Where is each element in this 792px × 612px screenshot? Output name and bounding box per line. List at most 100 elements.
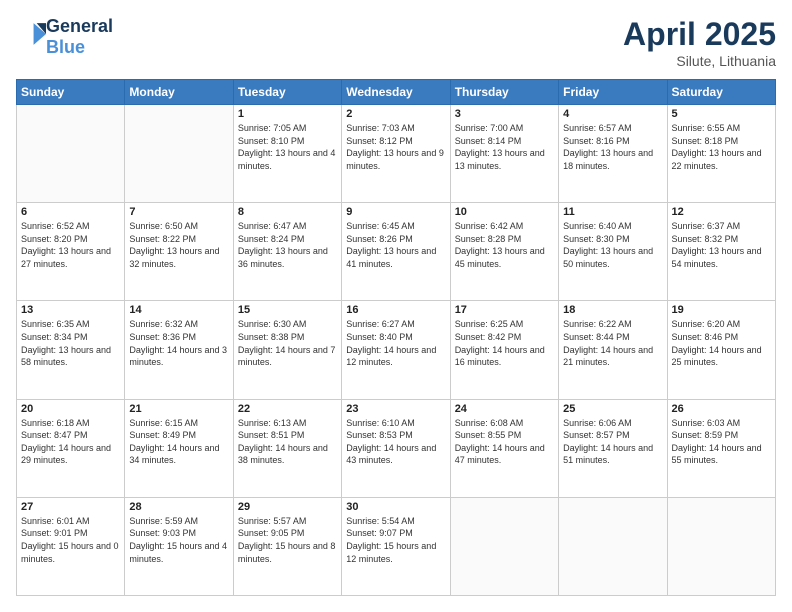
day-number: 17 <box>455 304 554 316</box>
calendar-cell: 13 Sunrise: 6:35 AM Sunset: 8:34 PM Dayli… <box>17 301 125 399</box>
day-number: 12 <box>672 206 771 218</box>
cell-info: Sunrise: 6:03 AM Sunset: 8:59 PM Dayligh… <box>672 417 771 467</box>
day-number: 1 <box>238 108 337 120</box>
calendar-cell <box>559 497 667 595</box>
day-number: 5 <box>672 108 771 120</box>
cell-info: Sunrise: 6:08 AM Sunset: 8:55 PM Dayligh… <box>455 417 554 467</box>
calendar-cell <box>667 497 775 595</box>
cell-info: Sunrise: 6:06 AM Sunset: 8:57 PM Dayligh… <box>563 417 662 467</box>
day-number: 13 <box>21 304 120 316</box>
cell-info: Sunrise: 6:45 AM Sunset: 8:26 PM Dayligh… <box>346 220 445 270</box>
day-number: 27 <box>21 501 120 513</box>
calendar-cell: 2Sunrise: 7:03 AM Sunset: 8:12 PM Daylig… <box>342 105 450 203</box>
calendar-cell: 11 Sunrise: 6:40 AM Sunset: 8:30 PM Dayli… <box>559 203 667 301</box>
calendar-cell: 14Sunrise: 6:32 AM Sunset: 8:36 PM Dayli… <box>125 301 233 399</box>
calendar-cell: 12Sunrise: 6:37 AM Sunset: 8:32 PM Dayli… <box>667 203 775 301</box>
cell-info: Sunrise: 6:30 AM Sunset: 8:38 PM Dayligh… <box>238 318 337 368</box>
calendar-week-row: 20 Sunrise: 6:18 AM Sunset: 8:47 PM Dayli… <box>17 399 776 497</box>
cell-info: Sunrise: 6:32 AM Sunset: 8:36 PM Dayligh… <box>129 318 228 368</box>
calendar-cell: 23 Sunrise: 6:10 AM Sunset: 8:53 PM Dayli… <box>342 399 450 497</box>
day-number: 24 <box>455 403 554 415</box>
calendar-cell: 5Sunrise: 6:55 AM Sunset: 8:18 PM Daylig… <box>667 105 775 203</box>
calendar-cell: 18 Sunrise: 6:22 AM Sunset: 8:44 PM Dayli… <box>559 301 667 399</box>
calendar-cell <box>450 497 558 595</box>
day-number: 10 <box>455 206 554 218</box>
day-number: 7 <box>129 206 228 218</box>
calendar-cell: 25 Sunrise: 6:06 AM Sunset: 8:57 PM Dayli… <box>559 399 667 497</box>
cell-info: Sunrise: 6:52 AM Sunset: 8:20 PM Dayligh… <box>21 220 120 270</box>
cell-info: Sunrise: 6:57 AM Sunset: 8:16 PM Dayligh… <box>563 122 662 172</box>
day-number: 23 <box>346 403 445 415</box>
weekday-header-tuesday: Tuesday <box>233 80 341 105</box>
cell-info: Sunrise: 6:42 AM Sunset: 8:28 PM Dayligh… <box>455 220 554 270</box>
cell-info: Sunrise: 6:20 AM Sunset: 8:46 PM Dayligh… <box>672 318 771 368</box>
calendar-cell: 29 Sunrise: 5:57 AM Sunset: 9:05 PM Dayli… <box>233 497 341 595</box>
calendar-cell: 28 Sunrise: 5:59 AM Sunset: 9:03 PM Dayli… <box>125 497 233 595</box>
calendar-cell: 4 Sunrise: 6:57 AM Sunset: 8:16 PM Daylig… <box>559 105 667 203</box>
day-number: 19 <box>672 304 771 316</box>
calendar-week-row: 27 Sunrise: 6:01 AM Sunset: 9:01 PM Dayli… <box>17 497 776 595</box>
calendar-cell: 6 Sunrise: 6:52 AM Sunset: 8:20 PM Daylig… <box>17 203 125 301</box>
calendar-cell: 26 Sunrise: 6:03 AM Sunset: 8:59 PM Dayli… <box>667 399 775 497</box>
cell-info: Sunrise: 6:10 AM Sunset: 8:53 PM Dayligh… <box>346 417 445 467</box>
calendar-week-row: 13 Sunrise: 6:35 AM Sunset: 8:34 PM Dayli… <box>17 301 776 399</box>
day-number: 30 <box>346 501 445 513</box>
cell-info: Sunrise: 6:25 AM Sunset: 8:42 PM Dayligh… <box>455 318 554 368</box>
cell-info: Sunrise: 6:47 AM Sunset: 8:24 PM Dayligh… <box>238 220 337 270</box>
weekday-header-monday: Monday <box>125 80 233 105</box>
day-number: 15 <box>238 304 337 316</box>
cell-info: Sunrise: 6:22 AM Sunset: 8:44 PM Dayligh… <box>563 318 662 368</box>
title-section: April 2025 Silute, Lithuania <box>623 16 776 69</box>
calendar-cell: 30 Sunrise: 5:54 AM Sunset: 9:07 PM Dayli… <box>342 497 450 595</box>
weekday-header-friday: Friday <box>559 80 667 105</box>
day-number: 28 <box>129 501 228 513</box>
calendar-cell: 15 Sunrise: 6:30 AM Sunset: 8:38 PM Dayli… <box>233 301 341 399</box>
cell-info: Sunrise: 6:18 AM Sunset: 8:47 PM Dayligh… <box>21 417 120 467</box>
cell-info: Sunrise: 6:35 AM Sunset: 8:34 PM Dayligh… <box>21 318 120 368</box>
weekday-header-saturday: Saturday <box>667 80 775 105</box>
cell-info: Sunrise: 5:54 AM Sunset: 9:07 PM Dayligh… <box>346 515 445 565</box>
calendar-cell: 24 Sunrise: 6:08 AM Sunset: 8:55 PM Dayli… <box>450 399 558 497</box>
day-number: 4 <box>563 108 662 120</box>
day-number: 16 <box>346 304 445 316</box>
day-number: 18 <box>563 304 662 316</box>
day-number: 20 <box>21 403 120 415</box>
day-number: 8 <box>238 206 337 218</box>
cell-info: Sunrise: 7:00 AM Sunset: 8:14 PM Dayligh… <box>455 122 554 172</box>
cell-info: Sunrise: 5:57 AM Sunset: 9:05 PM Dayligh… <box>238 515 337 565</box>
cell-info: Sunrise: 7:05 AM Sunset: 8:10 PM Dayligh… <box>238 122 337 172</box>
calendar-cell: 1 Sunrise: 7:05 AM Sunset: 8:10 PM Daylig… <box>233 105 341 203</box>
day-number: 3 <box>455 108 554 120</box>
cell-info: Sunrise: 6:40 AM Sunset: 8:30 PM Dayligh… <box>563 220 662 270</box>
calendar-cell: 27 Sunrise: 6:01 AM Sunset: 9:01 PM Dayli… <box>17 497 125 595</box>
calendar-week-row: 6 Sunrise: 6:52 AM Sunset: 8:20 PM Daylig… <box>17 203 776 301</box>
cell-info: Sunrise: 5:59 AM Sunset: 9:03 PM Dayligh… <box>129 515 228 565</box>
logo-text-line2: Blue <box>46 37 113 58</box>
logo-icon <box>18 20 46 48</box>
logo-text-line1: General <box>46 16 113 37</box>
day-number: 11 <box>563 206 662 218</box>
cell-info: Sunrise: 6:15 AM Sunset: 8:49 PM Dayligh… <box>129 417 228 467</box>
cell-info: Sunrise: 6:13 AM Sunset: 8:51 PM Dayligh… <box>238 417 337 467</box>
cell-info: Sunrise: 7:03 AM Sunset: 8:12 PM Dayligh… <box>346 122 445 172</box>
calendar-cell: 17 Sunrise: 6:25 AM Sunset: 8:42 PM Dayli… <box>450 301 558 399</box>
calendar-table: SundayMondayTuesdayWednesdayThursdayFrid… <box>16 79 776 596</box>
calendar-cell <box>17 105 125 203</box>
header: General Blue April 2025 Silute, Lithuani… <box>16 16 776 69</box>
day-number: 25 <box>563 403 662 415</box>
logo: General Blue <box>16 16 113 57</box>
calendar-cell: 9Sunrise: 6:45 AM Sunset: 8:26 PM Daylig… <box>342 203 450 301</box>
calendar-cell: 20 Sunrise: 6:18 AM Sunset: 8:47 PM Dayli… <box>17 399 125 497</box>
calendar-cell: 19 Sunrise: 6:20 AM Sunset: 8:46 PM Dayli… <box>667 301 775 399</box>
month-title: April 2025 <box>623 16 776 53</box>
cell-info: Sunrise: 6:27 AM Sunset: 8:40 PM Dayligh… <box>346 318 445 368</box>
day-number: 29 <box>238 501 337 513</box>
calendar-cell: 3 Sunrise: 7:00 AM Sunset: 8:14 PM Daylig… <box>450 105 558 203</box>
day-number: 21 <box>129 403 228 415</box>
location: Silute, Lithuania <box>623 53 776 69</box>
day-number: 6 <box>21 206 120 218</box>
cell-info: Sunrise: 6:50 AM Sunset: 8:22 PM Dayligh… <box>129 220 228 270</box>
calendar-cell <box>125 105 233 203</box>
day-number: 26 <box>672 403 771 415</box>
cell-info: Sunrise: 6:01 AM Sunset: 9:01 PM Dayligh… <box>21 515 120 565</box>
